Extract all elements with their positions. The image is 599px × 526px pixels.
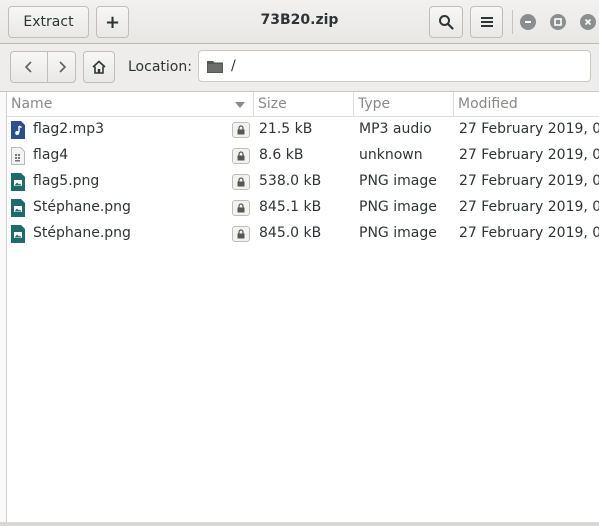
file-modified: 27 February 2019, 0… bbox=[459, 225, 599, 241]
column-header-modified-label: Modified bbox=[458, 96, 518, 112]
file-name: Stéphane.png bbox=[33, 225, 131, 241]
maximize-button[interactable] bbox=[550, 14, 566, 30]
forward-button[interactable] bbox=[47, 51, 76, 83]
location-toolbar: Location: / bbox=[0, 44, 599, 92]
image-file-icon bbox=[11, 199, 25, 217]
file-size: 845.1 kB bbox=[259, 199, 322, 215]
file-row[interactable]: flag5.png 538.0 kB PNG image 27 February 20… bbox=[7, 169, 599, 195]
file-name: flag4 bbox=[33, 147, 69, 163]
chevron-left-icon bbox=[24, 61, 32, 73]
file-row[interactable]: Stéphane.png 845.1 kB PNG image 27 February… bbox=[7, 195, 599, 221]
file-row[interactable]: flag2.mp3 21.5 kB MP3 audio 27 February 201… bbox=[7, 117, 599, 143]
back-button[interactable] bbox=[10, 51, 48, 83]
lock-icon bbox=[232, 200, 250, 216]
header-bar: Extract + 73B20.zip bbox=[0, 0, 599, 44]
file-modified: 27 February 2019, 0… bbox=[459, 121, 599, 137]
lock-icon bbox=[232, 148, 250, 164]
minimize-button[interactable] bbox=[520, 14, 536, 30]
file-name: Stéphane.png bbox=[33, 199, 131, 215]
image-file-icon bbox=[11, 173, 25, 191]
column-header-size-label: Size bbox=[258, 96, 287, 112]
search-button[interactable] bbox=[429, 6, 463, 38]
file-type: PNG image bbox=[359, 173, 437, 189]
location-field[interactable]: / bbox=[198, 50, 591, 82]
column-header-name-label: Name bbox=[11, 96, 53, 112]
file-type: unknown bbox=[359, 147, 423, 163]
search-icon bbox=[439, 15, 454, 30]
file-list: Name Size Type Modified flag2.mp3 21.5 kB… bbox=[6, 92, 599, 522]
column-header-size[interactable]: Size bbox=[253, 92, 353, 117]
home-icon bbox=[92, 60, 106, 74]
home-button[interactable] bbox=[83, 51, 115, 83]
window-bottom-edge bbox=[0, 522, 599, 526]
header-separator bbox=[512, 10, 513, 34]
extract-button[interactable]: Extract bbox=[8, 6, 89, 38]
file-row[interactable]: flag4 8.6 kB unknown 27 February 2019, 0… bbox=[7, 143, 599, 169]
folder-icon bbox=[207, 60, 223, 73]
file-name: flag5.png bbox=[33, 173, 100, 189]
file-type: PNG image bbox=[359, 225, 437, 241]
add-files-button[interactable]: + bbox=[96, 6, 129, 38]
close-icon bbox=[584, 18, 592, 26]
extract-button-label: Extract bbox=[23, 14, 74, 30]
lock-icon bbox=[232, 174, 250, 190]
file-size: 21.5 kB bbox=[259, 121, 313, 137]
file-size: 538.0 kB bbox=[259, 173, 322, 189]
column-header-type-label: Type bbox=[358, 96, 391, 112]
hamburger-menu-icon bbox=[480, 17, 493, 27]
file-row[interactable]: Stéphane.png 845.0 kB PNG image 27 February… bbox=[7, 221, 599, 247]
chevron-right-icon bbox=[58, 61, 66, 73]
sort-descending-icon bbox=[235, 102, 245, 108]
file-modified: 27 February 2019, 0… bbox=[459, 173, 599, 189]
close-button[interactable] bbox=[580, 14, 596, 30]
file-size: 8.6 kB bbox=[259, 147, 304, 163]
maximize-icon bbox=[554, 18, 562, 26]
file-type: PNG image bbox=[359, 199, 437, 215]
add-files-label: + bbox=[104, 11, 121, 33]
file-modified: 27 February 2019, 0… bbox=[459, 199, 599, 215]
column-header-name[interactable]: Name bbox=[7, 92, 253, 117]
file-size: 845.0 kB bbox=[259, 225, 322, 241]
file-type: MP3 audio bbox=[359, 121, 432, 137]
lock-icon bbox=[232, 122, 250, 138]
column-header-type[interactable]: Type bbox=[353, 92, 453, 117]
location-label: Location: bbox=[128, 59, 192, 75]
location-path: / bbox=[231, 58, 236, 74]
minimize-icon bbox=[525, 21, 531, 23]
menu-button[interactable] bbox=[470, 6, 503, 38]
column-header-modified[interactable]: Modified bbox=[453, 92, 599, 117]
image-file-icon bbox=[11, 225, 25, 243]
audio-file-icon bbox=[11, 121, 25, 139]
window-title: 73B20.zip bbox=[260, 12, 339, 28]
file-name: flag2.mp3 bbox=[33, 121, 105, 137]
unknown-file-icon bbox=[11, 147, 25, 165]
lock-icon bbox=[232, 226, 250, 242]
file-modified: 27 February 2019, 0… bbox=[459, 147, 599, 163]
